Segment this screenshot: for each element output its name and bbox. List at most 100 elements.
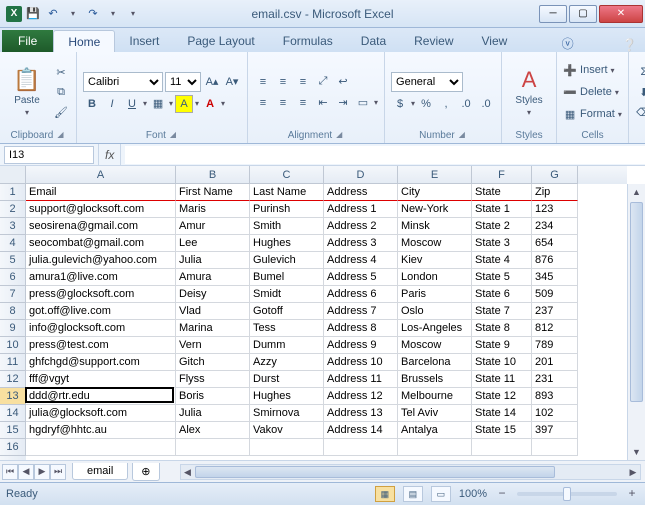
cell[interactable]: State 9 xyxy=(472,337,532,354)
fx-icon[interactable]: fx xyxy=(98,144,121,165)
worksheet-grid[interactable]: ABCDEFG 12345678910111213141516 EmailFir… xyxy=(0,166,645,460)
cell[interactable]: Flyss xyxy=(176,371,250,388)
cell[interactable]: Gotoff xyxy=(250,303,324,320)
cell[interactable]: Kiev xyxy=(398,252,472,269)
cell[interactable]: Julia xyxy=(176,405,250,422)
cell[interactable]: Address 11 xyxy=(324,371,398,388)
cell[interactable]: Azzy xyxy=(250,354,324,371)
chevron-down-icon[interactable]: ▾ xyxy=(195,99,199,108)
cell[interactable]: 876 xyxy=(532,252,578,269)
cell[interactable]: seosirena@gmail.com xyxy=(26,218,176,235)
zoom-in-button[interactable]: + xyxy=(625,487,639,501)
cell[interactable]: 102 xyxy=(532,405,578,422)
cell[interactable]: 201 xyxy=(532,354,578,371)
table-row[interactable]: amura1@live.comAmuraBumelAddress 5London… xyxy=(26,269,627,286)
row-header[interactable]: 6 xyxy=(0,269,26,286)
cell[interactable] xyxy=(26,439,176,456)
column-headers[interactable]: ABCDEFG xyxy=(26,166,627,184)
row-header[interactable]: 10 xyxy=(0,337,26,354)
redo-icon[interactable]: ↷ xyxy=(84,5,102,23)
cut-button[interactable]: ✂ xyxy=(52,63,70,81)
italic-button[interactable]: I xyxy=(103,95,121,113)
column-header[interactable]: F xyxy=(472,166,532,184)
cell[interactable] xyxy=(532,439,578,456)
paste-button[interactable]: 📋 Paste ▾ xyxy=(6,56,48,128)
cell[interactable]: Moscow xyxy=(398,337,472,354)
cell[interactable]: State 2 xyxy=(472,218,532,235)
align-left-button[interactable]: ≡ xyxy=(254,94,272,112)
cell[interactable]: Vlad xyxy=(176,303,250,320)
cell[interactable]: Boris xyxy=(176,388,250,405)
cell[interactable]: press@glocksoft.com xyxy=(26,286,176,303)
tab-insert[interactable]: Insert xyxy=(115,30,173,52)
table-row[interactable]: hgdryf@hhtc.auAlexVakovAddress 14Antalya… xyxy=(26,422,627,439)
cell[interactable]: Hughes xyxy=(250,235,324,252)
cell[interactable]: State 12 xyxy=(472,388,532,405)
scroll-thumb[interactable] xyxy=(630,202,643,402)
cell[interactable]: Gulevich xyxy=(250,252,324,269)
insert-cells-button[interactable]: ➕Insert▾ xyxy=(563,60,622,80)
cell[interactable]: julia@glocksoft.com xyxy=(26,405,176,422)
cell[interactable]: 234 xyxy=(532,218,578,235)
table-row[interactable]: press@test.comVernDummAddress 9MoscowSta… xyxy=(26,337,627,354)
row-header[interactable]: 5 xyxy=(0,252,26,269)
styles-button[interactable]: A Styles ▾ xyxy=(508,56,550,128)
underline-button[interactable]: U xyxy=(123,95,141,113)
row-header[interactable]: 7 xyxy=(0,286,26,303)
cell[interactable]: Address 14 xyxy=(324,422,398,439)
cell[interactable]: amura1@live.com xyxy=(26,269,176,286)
cell[interactable]: Address 4 xyxy=(324,252,398,269)
table-row[interactable]: ghfchgd@support.comGitchAzzyAddress 10Ba… xyxy=(26,354,627,371)
new-sheet-button[interactable]: ⊕ xyxy=(132,463,159,481)
cell[interactable]: Brussels xyxy=(398,371,472,388)
scroll-thumb[interactable] xyxy=(195,466,555,478)
cell[interactable]: State 3 xyxy=(472,235,532,252)
cell[interactable]: Los-Angeles xyxy=(398,320,472,337)
cell[interactable]: Last Name xyxy=(250,184,324,201)
cell[interactable]: press@test.com xyxy=(26,337,176,354)
cell[interactable]: State 1 xyxy=(472,201,532,218)
increase-indent-button[interactable]: ⇥ xyxy=(334,94,352,112)
align-middle-button[interactable]: ≡ xyxy=(274,73,292,91)
cell[interactable]: State 6 xyxy=(472,286,532,303)
cell[interactable]: State 7 xyxy=(472,303,532,320)
font-size-select[interactable]: 11 xyxy=(165,72,201,92)
cell[interactable]: New-York xyxy=(398,201,472,218)
sheet-tab[interactable]: email xyxy=(72,463,128,480)
cell[interactable] xyxy=(324,439,398,456)
cell[interactable]: State 14 xyxy=(472,405,532,422)
row-header[interactable]: 11 xyxy=(0,354,26,371)
column-header[interactable]: G xyxy=(532,166,578,184)
cell[interactable]: Address 2 xyxy=(324,218,398,235)
cell[interactable]: Smith xyxy=(250,218,324,235)
cell[interactable]: First Name xyxy=(176,184,250,201)
cell[interactable]: Address 12 xyxy=(324,388,398,405)
qat-customize-icon[interactable]: ▾ xyxy=(124,5,142,23)
table-row[interactable]: support@glocksoft.comMarisPurinshAddress… xyxy=(26,201,627,218)
fill-button[interactable]: ⬇ xyxy=(635,83,645,101)
vertical-scrollbar[interactable]: ▲ ▼ xyxy=(627,184,645,460)
save-icon[interactable]: 💾 xyxy=(24,5,42,23)
format-painter-button[interactable]: 🖌 xyxy=(52,103,70,121)
align-right-button[interactable]: ≡ xyxy=(294,94,312,112)
row-header[interactable]: 13 xyxy=(0,388,26,405)
cell[interactable]: State 15 xyxy=(472,422,532,439)
autosum-button[interactable]: Σ xyxy=(635,63,645,81)
table-row[interactable]: got.off@live.comVladGotoffAddress 7OsloS… xyxy=(26,303,627,320)
cell[interactable]: seocombat@gmail.com xyxy=(26,235,176,252)
cell[interactable]: info@glocksoft.com xyxy=(26,320,176,337)
formula-input[interactable] xyxy=(125,146,645,164)
redo-dropdown-icon[interactable]: ▾ xyxy=(104,5,122,23)
decrease-indent-button[interactable]: ⇤ xyxy=(314,94,332,112)
cell[interactable] xyxy=(398,439,472,456)
row-header[interactable]: 3 xyxy=(0,218,26,235)
delete-cells-button[interactable]: ➖Delete▾ xyxy=(563,82,622,102)
cell[interactable]: Lee xyxy=(176,235,250,252)
tab-home[interactable]: Home xyxy=(53,30,115,52)
cell[interactable]: Tel Aviv xyxy=(398,405,472,422)
table-row[interactable]: julia@glocksoft.comJuliaSmirnovaAddress … xyxy=(26,405,627,422)
cell[interactable]: 509 xyxy=(532,286,578,303)
cell[interactable]: Dumm xyxy=(250,337,324,354)
close-button[interactable]: ✕ xyxy=(599,5,643,23)
cell[interactable]: hgdryf@hhtc.au xyxy=(26,422,176,439)
